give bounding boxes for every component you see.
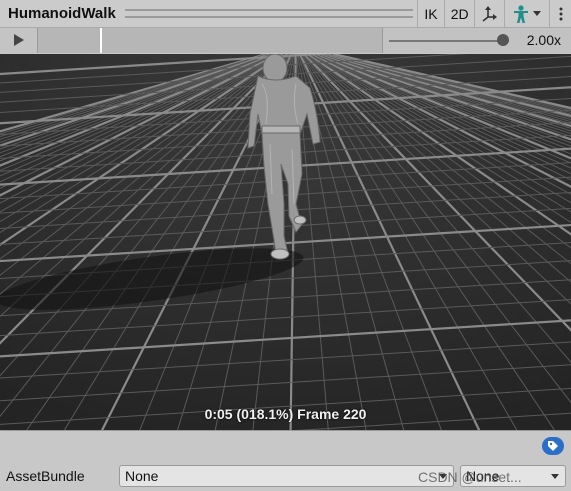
drag-handle[interactable] bbox=[124, 9, 413, 18]
timeline-scrubber[interactable] bbox=[38, 27, 382, 53]
floor-grid bbox=[0, 54, 571, 430]
tag-icon bbox=[548, 441, 558, 451]
preview-title: HumanoidWalk bbox=[8, 5, 116, 22]
avatar-icon bbox=[513, 4, 528, 23]
play-icon bbox=[13, 34, 24, 46]
asset-bundle-dropdown[interactable]: None bbox=[119, 465, 454, 487]
speed-value: 2.00x bbox=[526, 31, 561, 48]
playhead[interactable] bbox=[100, 27, 102, 53]
dropdown-caret-icon bbox=[439, 474, 447, 479]
preview-viewport[interactable]: 0:05 (018.1%) Frame 220 bbox=[0, 54, 571, 430]
asset-bundle-bar: AssetBundle None None CSDN @unset... bbox=[0, 430, 571, 491]
preview-header: HumanoidWalk IK 2D bbox=[0, 0, 571, 28]
more-options-button[interactable] bbox=[549, 0, 571, 28]
2d-toggle-button[interactable]: 2D bbox=[444, 0, 474, 28]
avatar-select-button[interactable] bbox=[503, 0, 549, 28]
frame-info-label: 0:05 (018.1%) Frame 220 bbox=[204, 406, 367, 422]
pivot-icon bbox=[482, 5, 498, 22]
asset-bundle-variant-dropdown[interactable]: None bbox=[460, 465, 566, 487]
speed-slider-track[interactable] bbox=[389, 39, 509, 42]
more-icon bbox=[559, 7, 563, 20]
ik-toggle-button[interactable]: IK bbox=[416, 0, 445, 28]
pivot-toggle-button[interactable] bbox=[474, 0, 504, 28]
variant-value: None bbox=[466, 468, 500, 484]
label-tag-button[interactable] bbox=[542, 437, 564, 455]
asset-bundle-label: AssetBundle bbox=[6, 468, 85, 484]
play-button[interactable] bbox=[0, 27, 38, 53]
speed-slider-thumb[interactable] bbox=[497, 33, 509, 46]
dropdown-caret-icon bbox=[532, 11, 541, 16]
asset-bundle-value: None bbox=[125, 468, 159, 484]
dropdown-caret-icon bbox=[551, 474, 559, 479]
playback-speed: 2.00x bbox=[382, 27, 571, 53]
timeline-bar: 2.00x bbox=[0, 27, 571, 53]
